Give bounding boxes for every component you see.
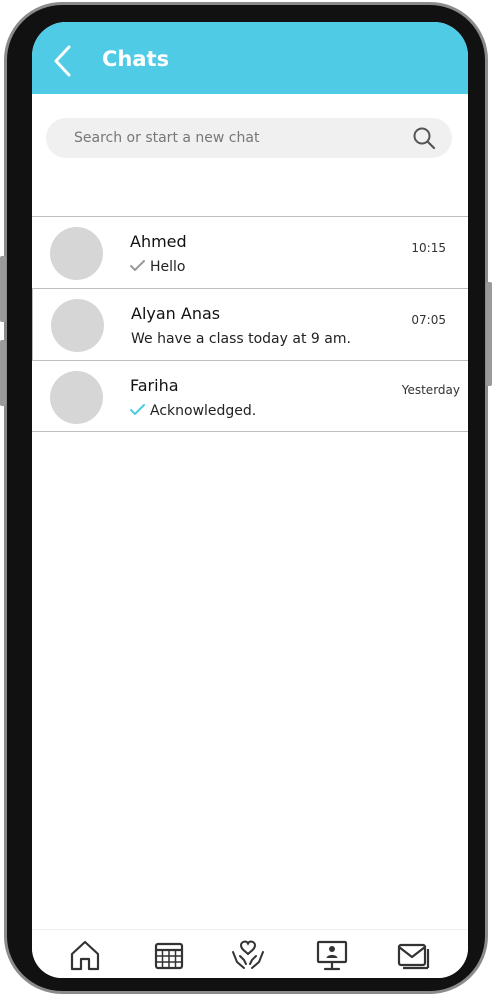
home-icon[interactable] [68, 938, 102, 972]
chat-time: Yesterday [401, 383, 460, 397]
chat-time: 10:15 [411, 241, 446, 255]
chat-name: Alyan Anas [131, 304, 221, 323]
check-icon [130, 260, 145, 271]
chevron-left-icon[interactable] [52, 44, 74, 78]
message-text: Acknowledged. [150, 403, 257, 419]
chat-last-message: We have a class today at 9 am. [131, 331, 351, 347]
chat-name: Fariha [130, 376, 179, 395]
chat-last-message: Hello [130, 259, 186, 275]
chat-row-alyan-anas[interactable]: Alyan Anas We have a class today at 9 am… [32, 288, 468, 360]
chat-name: Ahmed [130, 232, 187, 251]
power-button [486, 282, 492, 386]
avatar [51, 299, 104, 352]
search-icon[interactable] [412, 126, 436, 150]
app-screen: Chats Search or start a new chat Ahmed H… [32, 22, 468, 978]
volume-up-button [0, 256, 6, 322]
message-text: We have a class today at 9 am. [131, 331, 351, 347]
search-input[interactable]: Search or start a new chat [74, 130, 259, 146]
chat-last-message: Acknowledged. [130, 403, 256, 419]
bottom-tab-bar [32, 929, 468, 978]
check-icon [130, 404, 145, 415]
chat-row-ahmed[interactable]: Ahmed Hello 10:15 [32, 216, 468, 288]
chat-list: Ahmed Hello 10:15 Alyan Anas We have a c… [32, 216, 468, 432]
presentation-board-icon[interactable] [315, 938, 349, 972]
mail-icon[interactable] [396, 938, 430, 972]
header-bar: Chats [32, 22, 468, 94]
avatar [50, 227, 103, 280]
chat-time: 07:05 [411, 313, 446, 327]
volume-down-button [0, 340, 6, 406]
avatar [50, 371, 103, 424]
calendar-icon[interactable] [152, 938, 186, 972]
chat-row-fariha[interactable]: Fariha Acknowledged. Yesterday [32, 360, 468, 432]
search-bar[interactable]: Search or start a new chat [46, 118, 452, 158]
message-text: Hello [150, 259, 186, 275]
care-hands-heart-icon[interactable] [231, 938, 265, 972]
page-title: Chats [102, 47, 170, 71]
